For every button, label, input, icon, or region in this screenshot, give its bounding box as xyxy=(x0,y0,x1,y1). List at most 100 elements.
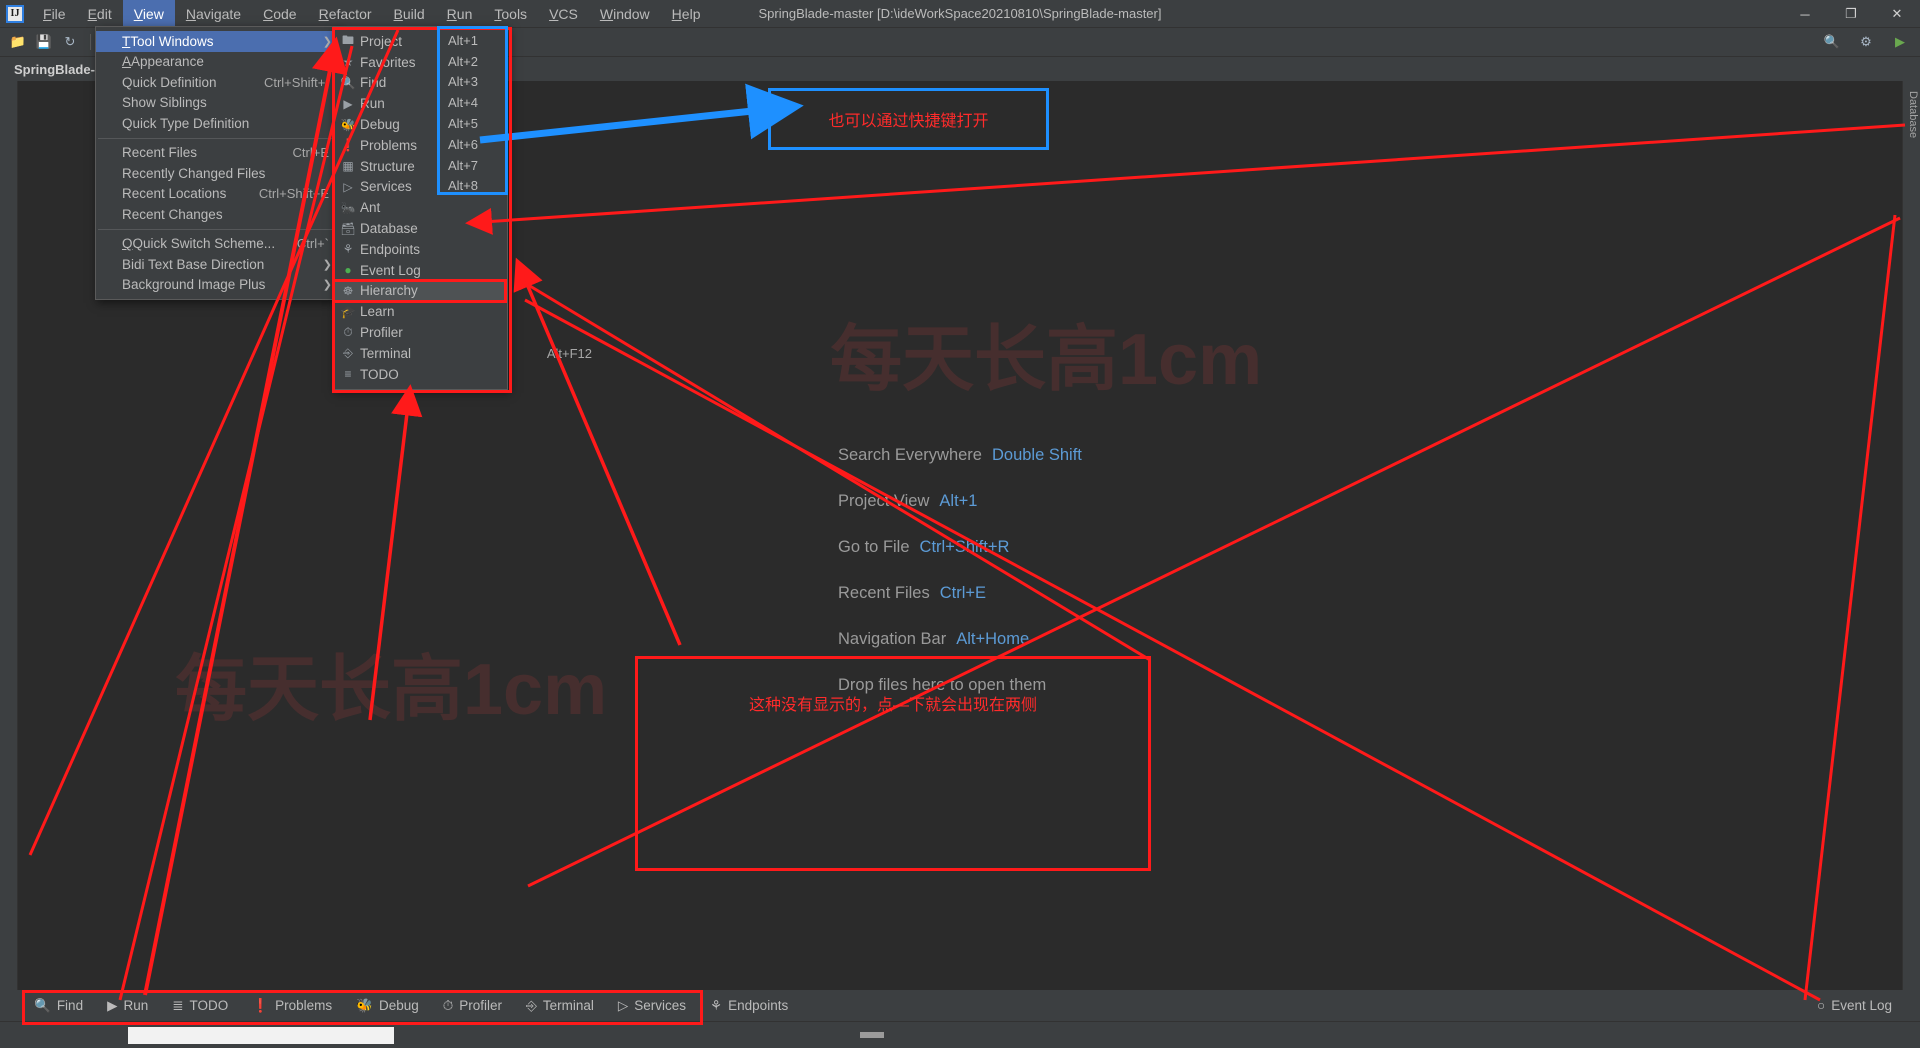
menu-item-label: Quick Switch Scheme... xyxy=(124,236,275,251)
gear-icon[interactable]: ⚙ xyxy=(1854,31,1878,53)
annotation-box-blue: 也可以通过快捷键打开 xyxy=(768,88,1049,150)
sidebar-item-project[interactable]: Project xyxy=(0,173,2,207)
menu-label: Refactor xyxy=(319,6,372,22)
right-tool-strip: Database xyxy=(1902,81,1920,990)
toolbar-divider-1 xyxy=(90,34,91,50)
search-icon[interactable]: 🔍 xyxy=(1820,31,1844,53)
menu-item-label: Tool Windows xyxy=(123,34,214,49)
menu-build[interactable]: Build xyxy=(383,0,436,28)
hint-label: Project View xyxy=(838,492,929,511)
maximize-button[interactable]: ❐ xyxy=(1828,0,1874,28)
menu-item-background-image-plus[interactable]: Background Image Plus ❯ xyxy=(96,275,339,296)
toolbar-right-group: 🔍 ⚙ ▶ xyxy=(1820,31,1912,53)
menu-item-shortcut: Ctrl+` xyxy=(297,236,329,251)
view-menu-popup[interactable]: TTool Windows ❯ AAppearance ❯ Quick Defi… xyxy=(95,26,340,300)
menu-divider xyxy=(98,138,337,139)
chevron-right-icon: ❯ xyxy=(323,35,332,48)
menu-item-label: Bidi Text Base Direction xyxy=(122,257,264,272)
menu-label: Build xyxy=(394,6,425,22)
hint-go-to-file: Go to File Ctrl+Shift+R xyxy=(838,538,1082,557)
menu-item-label: Recent Locations xyxy=(122,186,226,201)
menu-label: Edit xyxy=(88,6,112,22)
watermark-bottom: 每天长高1cm xyxy=(175,630,607,735)
open-folder-icon[interactable]: 📁 xyxy=(6,31,30,53)
status-secondary-block xyxy=(860,1032,884,1038)
menu-label: Navigate xyxy=(186,6,241,22)
close-button[interactable]: ✕ xyxy=(1874,0,1920,28)
menu-item-recent-files[interactable]: Recent Files Ctrl+E xyxy=(96,143,339,164)
menu-label: Window xyxy=(600,6,650,22)
menu-label: File xyxy=(43,6,66,22)
menu-item-quick-definition[interactable]: Quick Definition Ctrl+Shift+I xyxy=(96,72,339,93)
menu-item-label: Appearance xyxy=(123,54,204,69)
menu-refactor[interactable]: Refactor xyxy=(308,0,383,28)
left-tool-strip: Project Structure Favorites xyxy=(0,81,18,990)
menu-edit[interactable]: Edit xyxy=(77,0,123,28)
hint-label: Recent Files xyxy=(838,584,930,603)
bottom-button-endpoints[interactable]: ⚘ Endpoints xyxy=(698,994,800,1018)
sidebar-item-favorites[interactable]: Favorites xyxy=(0,941,2,986)
title-bar: IJ File Edit View Navigate Code Refactor Build… xyxy=(0,0,1920,28)
menu-item-recent-locations[interactable]: Recent Locations Ctrl+Shift+E xyxy=(96,184,339,205)
menu-label: VCS xyxy=(549,6,578,22)
menu-item-label: Quick Definition xyxy=(122,75,217,90)
menu-file[interactable]: File xyxy=(32,0,77,28)
menu-label: Tools xyxy=(494,6,527,22)
menu-item-shortcut: Ctrl+Shift+I xyxy=(264,75,329,90)
menu-item-label: Recent Files xyxy=(122,145,197,160)
hint-navigation-bar: Navigation Bar Alt+Home xyxy=(838,630,1082,649)
save-icon[interactable]: 💾 xyxy=(32,31,56,53)
hint-shortcut: Ctrl+Shift+R xyxy=(920,538,1010,557)
menu-divider xyxy=(98,229,337,230)
bottom-button-label: Event Log xyxy=(1831,998,1892,1013)
hint-label: Go to File xyxy=(838,538,910,557)
menu-item-quick-type-definition[interactable]: Quick Type Definition xyxy=(96,113,339,134)
bottom-button-event-log[interactable]: ○ Event Log xyxy=(1817,998,1892,1013)
app-logo-icon: IJ xyxy=(6,5,24,23)
menu-window[interactable]: Window xyxy=(589,0,661,28)
menu-vcs[interactable]: VCS xyxy=(538,0,589,28)
minimize-button[interactable]: ─ xyxy=(1782,0,1828,28)
menu-item-shortcut: Ctrl+Shift+E xyxy=(259,186,329,201)
sync-icon[interactable]: ↻ xyxy=(58,31,82,53)
menu-item-shortcut: Ctrl+E xyxy=(293,145,329,160)
menu-item-quick-switch-scheme[interactable]: QQuick Switch Scheme... Ctrl+` xyxy=(96,234,339,255)
run-icon[interactable]: ▶ xyxy=(1888,31,1912,53)
hint-shortcut: Alt+1 xyxy=(939,492,977,511)
sidebar-item-database[interactable]: Database xyxy=(1904,91,1920,138)
menu-item-tool-windows[interactable]: TTool Windows ❯ xyxy=(96,31,339,52)
endpoints-icon: ⚘ xyxy=(710,998,722,1014)
menu-run[interactable]: Run xyxy=(436,0,484,28)
hint-label: Navigation Bar xyxy=(838,630,946,649)
chevron-right-icon: ❯ xyxy=(323,55,332,68)
menu-item-label: Background Image Plus xyxy=(122,277,265,292)
menu-label: Run xyxy=(447,6,473,22)
menu-tools[interactable]: Tools xyxy=(483,0,538,28)
status-bar xyxy=(0,1021,1920,1048)
sidebar-item-structure[interactable]: Structure xyxy=(0,691,2,736)
menu-item-recently-changed-files[interactable]: Recently Changed Files xyxy=(96,163,339,184)
hint-label: Search Everywhere xyxy=(838,446,982,465)
menu-code[interactable]: Code xyxy=(252,0,307,28)
menu-bar: File Edit View Navigate Code Refactor Build Run… xyxy=(32,0,711,28)
hint-shortcut: Double Shift xyxy=(992,446,1082,465)
menu-help[interactable]: Help xyxy=(661,0,712,28)
menu-item-label: Recent Changes xyxy=(122,207,223,222)
watermark-top: 每天长高1cm xyxy=(830,300,1262,405)
menu-view[interactable]: View xyxy=(123,0,175,28)
menu-item-appearance[interactable]: AAppearance ❯ xyxy=(96,52,339,73)
menu-item-bidi-text-base-direction[interactable]: Bidi Text Base Direction ❯ xyxy=(96,254,339,275)
chevron-right-icon: ❯ xyxy=(323,278,332,291)
annotation-box-bottom-bar xyxy=(22,990,703,1025)
annotation-blue-text: 也可以通过快捷键打开 xyxy=(828,107,988,131)
menu-label: View xyxy=(134,6,164,22)
menu-navigate[interactable]: Navigate xyxy=(175,0,252,28)
event-log-icon: ○ xyxy=(1817,998,1825,1013)
annotation-box-red: 这种没有显示的，点—下就会出现在两侧 xyxy=(635,656,1151,871)
hint-search-everywhere: Search Everywhere Double Shift xyxy=(838,446,1082,465)
window-controls: ─ ❐ ✕ xyxy=(1782,0,1920,28)
hint-shortcut: Alt+Home xyxy=(956,630,1029,649)
menu-item-recent-changes[interactable]: Recent Changes xyxy=(96,204,339,225)
menu-item-label: Recently Changed Files xyxy=(122,166,265,181)
menu-item-show-siblings[interactable]: Show Siblings xyxy=(96,93,339,114)
